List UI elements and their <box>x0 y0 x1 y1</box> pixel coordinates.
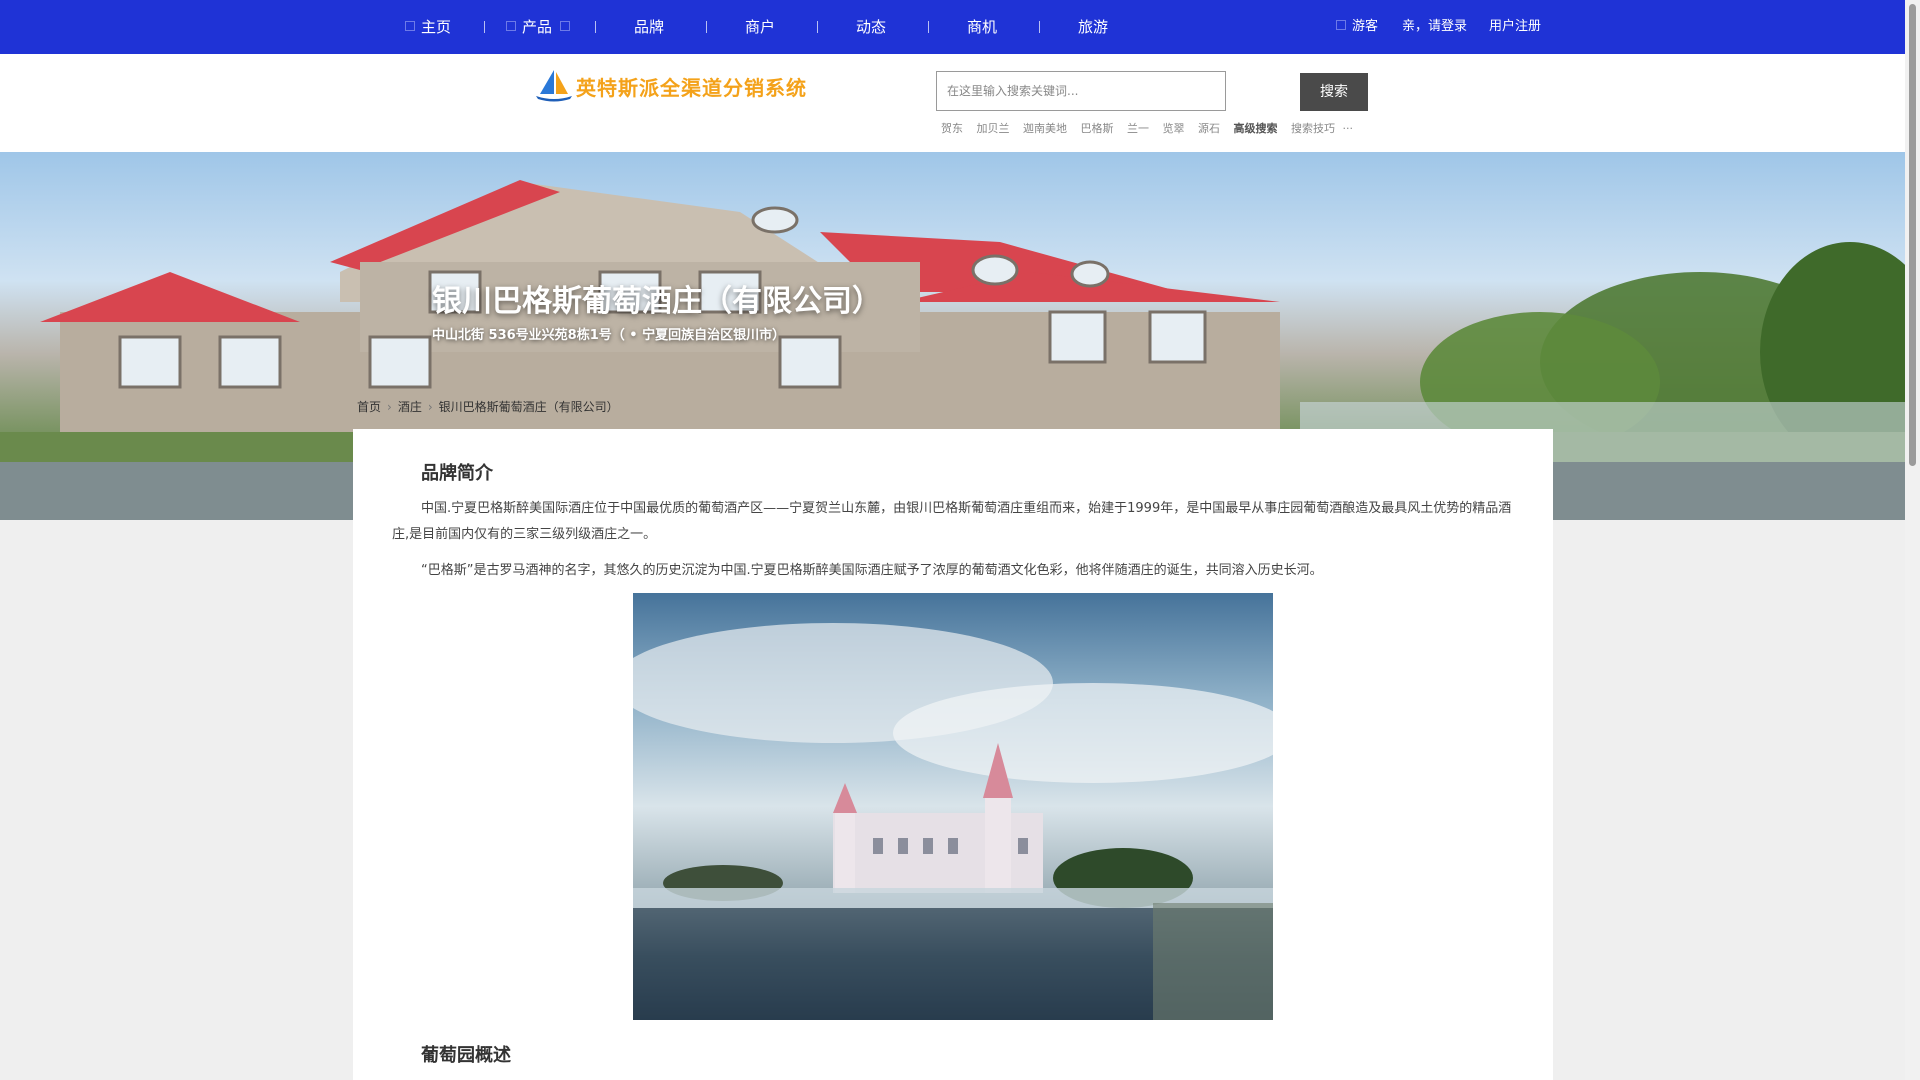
nav-item-news[interactable]: 动态 <box>856 0 886 54</box>
chateau-fountain-image <box>633 623 1273 1020</box>
nav-divider <box>817 21 818 33</box>
page-scrollbar[interactable] <box>1905 0 1920 1080</box>
search-button[interactable]: 搜索 <box>1300 73 1368 111</box>
nav-label: 主页 <box>421 18 452 36</box>
products-icon <box>506 20 516 31</box>
login-link[interactable]: 亲，请登录 <box>1402 0 1467 54</box>
hot-keyword[interactable]: 加贝兰 <box>977 122 1010 135</box>
nav-divider <box>1039 21 1040 33</box>
nav-divider <box>706 21 707 33</box>
guest-indicator: 游客 <box>1336 0 1378 54</box>
hot-keyword[interactable]: 迦南美地 <box>1023 122 1067 135</box>
nav-item-home[interactable]: 主页 <box>405 0 451 54</box>
nav-item-travel[interactable]: 旅游 <box>1078 0 1108 54</box>
brand-intro-paragraph-1: 中国.宁夏巴格斯醉美国际酒庄位于中国最优质的葡萄酒产区——宁夏贺兰山东麓，由银川… <box>392 501 1512 542</box>
breadcrumb-separator: › <box>387 400 392 414</box>
user-icon <box>1336 19 1346 30</box>
logo-text: 英特斯派全渠道分销系统 <box>576 76 807 100</box>
hot-keyword[interactable]: 兰一 <box>1127 122 1149 135</box>
advanced-search-link[interactable]: 高级搜索 <box>1234 122 1278 135</box>
dropdown-icon <box>560 20 571 31</box>
nav-item-brands[interactable]: 品牌 <box>634 0 664 54</box>
nav-item-merchants[interactable]: 商户 <box>745 0 775 54</box>
hot-keyword[interactable]: 贺东 <box>941 122 963 135</box>
section-title-brand-intro: 品牌简介 <box>421 463 493 484</box>
winery-title: 银川巴格斯葡萄酒庄（有限公司） <box>432 284 882 319</box>
section-title-vineyard-overview: 葡萄园概述 <box>421 1045 511 1066</box>
top-nav: 主页 产品 品牌 商户 动态 商机 旅游 游客 亲，请登录 用户注册 <box>0 0 1905 54</box>
nav-item-products[interactable]: 产品 <box>506 0 576 54</box>
hot-keywords: 贺东 加贝兰 迦南美地 巴格斯 兰一 览翠 源石 高级搜索 搜索技巧 ··· <box>941 120 1363 136</box>
breadcrumb-current: 银川巴格斯葡萄酒庄（有限公司） <box>438 400 619 414</box>
main-content: 品牌简介 中国.宁夏巴格斯醉美国际酒庄位于中国最优质的葡萄酒产区——宁夏贺兰山东… <box>353 429 1553 1080</box>
nav-divider <box>928 21 929 33</box>
scrollbar-thumb[interactable] <box>1909 4 1916 466</box>
hot-keyword[interactable]: 源石 <box>1198 122 1220 135</box>
site-header: 英特斯派全渠道分销系统 在这里输入搜索关键词... 搜索 贺东 加贝兰 迦南美地… <box>0 54 1905 152</box>
breadcrumb-home[interactable]: 首页 <box>357 400 381 414</box>
nav-label: 产品 <box>522 18 553 36</box>
breadcrumb: 首页 › 酒庄 › 银川巴格斯葡萄酒庄（有限公司） <box>357 398 619 415</box>
winery-photo <box>633 593 1273 1020</box>
search-tips-link[interactable]: 搜索技巧 <box>1291 122 1335 135</box>
home-icon <box>405 20 415 31</box>
brand-intro-paragraph-2: “巴格斯”是古罗马酒神的名字，其悠久的历史沉淀为中国.宁夏巴格斯醉美国际酒庄赋予… <box>421 563 1323 578</box>
site-logo[interactable]: 英特斯派全渠道分销系统 <box>534 68 814 102</box>
hot-keyword[interactable]: 巴格斯 <box>1081 122 1114 135</box>
winery-address: 中山北街 536号业兴苑8栋1号（ • 宁夏回族自治区银川市） <box>432 328 786 343</box>
nav-divider <box>595 21 596 33</box>
nav-divider <box>484 21 485 33</box>
search-input[interactable]: 在这里输入搜索关键词... <box>936 71 1226 111</box>
sailboat-logo-icon <box>536 70 572 102</box>
register-link[interactable]: 用户注册 <box>1489 0 1541 54</box>
hot-keyword[interactable]: 览翠 <box>1163 122 1185 135</box>
breadcrumb-category[interactable]: 酒庄 <box>398 400 422 414</box>
more-link[interactable]: ··· <box>1343 122 1354 135</box>
breadcrumb-separator: › <box>427 400 433 414</box>
nav-item-business[interactable]: 商机 <box>967 0 997 54</box>
guest-label: 游客 <box>1352 19 1379 34</box>
